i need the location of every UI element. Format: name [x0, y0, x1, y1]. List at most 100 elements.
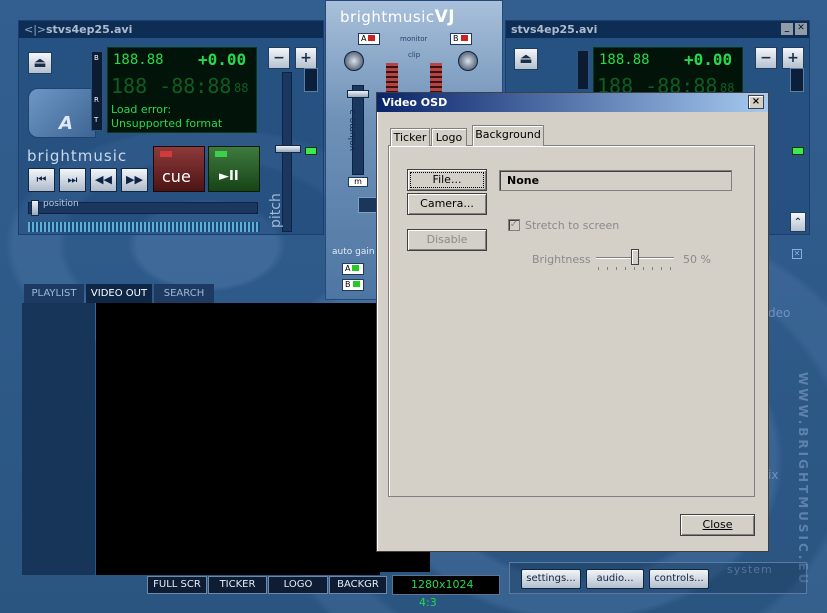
- pitch-minus-button[interactable]: −: [268, 47, 290, 69]
- status-line-1: Load error:: [111, 103, 172, 116]
- left-small-fader[interactable]: [304, 68, 318, 92]
- resolution-value: 1280x1024: [411, 578, 474, 591]
- cue-led: [160, 151, 172, 157]
- right-green-led: [792, 147, 804, 155]
- brightness-value: 50 %: [683, 253, 711, 266]
- tab-logo[interactable]: Logo: [431, 128, 467, 146]
- tab-ticker[interactable]: Ticker: [390, 128, 430, 146]
- background-button[interactable]: BACKGR: [329, 576, 387, 594]
- controls-button[interactable]: controls...: [649, 569, 709, 589]
- mixer-logo-bold: VJ: [434, 7, 456, 27]
- right-lcd-display: 188.88 +0.00 188 -88:88 88: [593, 47, 743, 95]
- expand-up-button[interactable]: ⌃: [790, 212, 806, 232]
- eject-button[interactable]: ⏏: [28, 52, 52, 74]
- mixer-logo: brightmusicVJ: [340, 7, 455, 27]
- volume-label: volume a: [348, 109, 358, 151]
- monitor-b-button[interactable]: B: [450, 33, 472, 45]
- right-mode-selector: [577, 50, 589, 90]
- mode-b-label[interactable]: B: [94, 54, 99, 62]
- position-slider[interactable]: position: [28, 199, 258, 216]
- eject-icon: ⏏: [519, 51, 533, 67]
- chevron-up-icon: ⌃: [793, 217, 803, 228]
- mixer-logo-light: brightmusic: [340, 8, 435, 26]
- audio-button[interactable]: audio...: [586, 569, 644, 589]
- video-sidebar: [22, 303, 95, 575]
- brightness-ticks: [598, 267, 674, 270]
- tab-video-out[interactable]: VIDEO OUT: [86, 284, 152, 303]
- pitch-plus-button[interactable]: +: [295, 47, 317, 69]
- right-pitch-minus-button[interactable]: −: [755, 47, 777, 69]
- skip-back-icon: ⏮: [36, 173, 47, 186]
- camera-button[interactable]: Camera...: [407, 193, 487, 215]
- position-label: position: [43, 199, 79, 209]
- deck-letter: A: [59, 113, 73, 134]
- pitch-label: pitch: [268, 193, 284, 228]
- rewind-icon: ◀◀: [95, 173, 112, 186]
- stretch-checkbox[interactable]: ✓: [508, 219, 520, 231]
- deck-a-badge: A: [28, 88, 96, 138]
- dialog-close-icon[interactable]: ×: [748, 95, 764, 109]
- gain-knob-a[interactable]: [344, 51, 364, 71]
- eject-icon: ⏏: [33, 55, 47, 71]
- auto-gain-a-label: A: [345, 264, 351, 273]
- lcd-time-big: 188 -88:88: [111, 74, 232, 98]
- right-pitch-plus-button[interactable]: +: [782, 47, 804, 69]
- cue-button[interactable]: cue: [153, 146, 205, 192]
- tab-playlist[interactable]: PLAYLIST: [24, 284, 84, 303]
- right-small-fader[interactable]: [790, 68, 804, 92]
- skip-back-button[interactable]: ⏮: [28, 168, 55, 192]
- lcd-pitch: +0.00: [198, 50, 247, 69]
- file-button[interactable]: File...: [407, 169, 487, 191]
- mute-button[interactable]: m: [348, 177, 368, 187]
- left-green-led: [305, 147, 317, 155]
- full-screen-button[interactable]: FULL SCR: [147, 576, 207, 594]
- source-field: None: [499, 170, 732, 191]
- brand-label: brightmusic: [27, 147, 128, 165]
- lcd-time-small: 188.88: [113, 52, 164, 68]
- logo-button[interactable]: LOGO: [268, 576, 328, 594]
- ticker-button[interactable]: TICKER: [208, 576, 267, 594]
- right-eject-button[interactable]: ⏏: [514, 48, 538, 70]
- pitch-handle[interactable]: [275, 145, 301, 153]
- skip-forward-button[interactable]: ⏭: [59, 168, 86, 192]
- fast-forward-button[interactable]: ▶▶: [121, 168, 148, 192]
- aspect-value: 4:3: [419, 596, 437, 609]
- settings-button[interactable]: settings...: [521, 569, 581, 589]
- cue-label: cue: [162, 167, 191, 186]
- position-handle[interactable]: [31, 200, 39, 216]
- disable-button[interactable]: Disable: [407, 229, 487, 251]
- play-pause-button[interactable]: ►II: [208, 146, 260, 192]
- auto-gain-b-button[interactable]: B: [342, 279, 364, 291]
- left-lcd-display: 188.88 +0.00 188 -88:88 88 Load error: U…: [107, 47, 257, 133]
- panel-close-icon[interactable]: ✕: [792, 249, 802, 259]
- status-line-2: Unsupported format: [111, 117, 223, 130]
- tab-background[interactable]: Background: [472, 125, 544, 146]
- resolution-display: 1280x1024 4:3: [392, 575, 500, 609]
- monitor-label: monitor: [400, 35, 428, 43]
- fast-forward-icon: ▶▶: [126, 173, 143, 186]
- rewind-button[interactable]: ◀◀: [90, 168, 117, 192]
- video-label: deo: [768, 306, 791, 320]
- waveform-strip: [28, 222, 260, 232]
- monitor-b-label: B: [453, 34, 459, 43]
- lcd-frames: 88: [234, 81, 249, 95]
- auto-gain-a-button[interactable]: A: [342, 263, 364, 275]
- video-preview: [96, 303, 380, 575]
- play-led: [215, 151, 227, 157]
- mode-r-label[interactable]: R: [94, 96, 99, 104]
- website-text: WWW.BRIGHTMUSIC.EU: [796, 372, 810, 587]
- brightness-label: Brightness: [532, 253, 591, 266]
- play-pause-label: ►II: [219, 169, 239, 184]
- tab-search[interactable]: SEARCH: [154, 284, 214, 303]
- mode-selector: B R T: [91, 51, 103, 131]
- close-button[interactable]: Close: [680, 514, 755, 536]
- gain-knob-b[interactable]: [458, 51, 478, 71]
- monitor-a-button[interactable]: A: [358, 33, 380, 45]
- mode-t-label[interactable]: T: [94, 116, 98, 124]
- brightness-thumb[interactable]: [631, 249, 639, 265]
- dialog-title: Video OSD: [382, 96, 448, 109]
- right-lcd-pitch: +0.00: [684, 50, 733, 69]
- skip-forward-icon: ⏭: [67, 173, 78, 186]
- volume-a-handle[interactable]: [347, 90, 369, 98]
- monitor-a-label: A: [361, 34, 367, 43]
